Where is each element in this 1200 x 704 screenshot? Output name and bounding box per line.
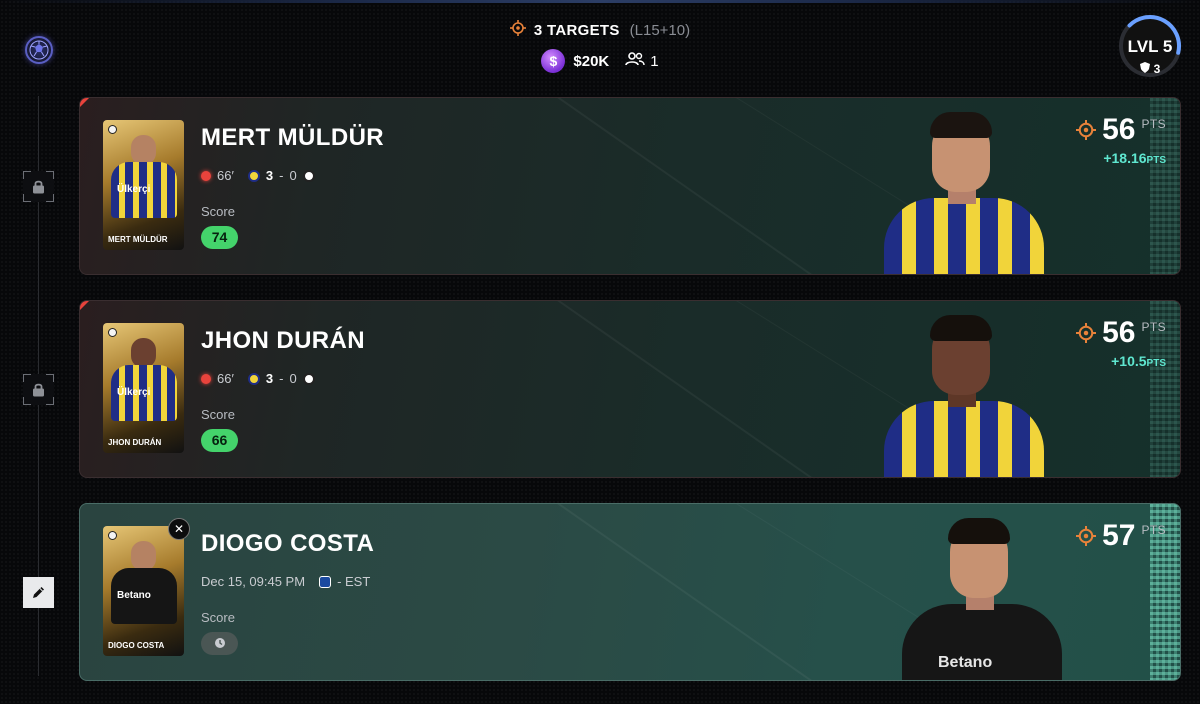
points-unit: PTS xyxy=(1141,523,1166,537)
match-datetime: Dec 15, 09:45 PM xyxy=(201,574,306,589)
player-photo: Betano xyxy=(888,514,1078,680)
remove-player-button[interactable]: ✕ xyxy=(168,518,190,540)
score-label: Score xyxy=(201,204,235,219)
mini-card-sponsor: Ülkerçi xyxy=(117,184,151,195)
match-status: 66′ 3 - 0 xyxy=(201,168,315,183)
level-label: LVL 5 xyxy=(1127,37,1173,56)
target-icon xyxy=(1076,323,1097,348)
slot-lock-2[interactable] xyxy=(23,374,54,405)
mini-card-name: MERT MÜLDÜR xyxy=(108,235,168,244)
target-icon xyxy=(509,20,526,40)
home-score: 3 xyxy=(265,371,274,386)
lock-icon xyxy=(31,179,46,199)
targets-sub: (L15+10) xyxy=(629,21,691,39)
mini-card-sponsor: Ülkerçi xyxy=(117,387,151,398)
targets-label: 3 TARGETS xyxy=(533,21,620,39)
points-delta: +18.16PTS xyxy=(1103,150,1166,166)
target-icon xyxy=(1076,120,1097,145)
match-status: 66′ 3 - 0 xyxy=(201,371,315,386)
points-block: 56 PTS +10.5PTS xyxy=(1076,317,1166,369)
away-team-crest-icon xyxy=(302,169,315,182)
points-value: 56 xyxy=(1102,113,1136,146)
player-mini-card[interactable]: Ülkerçi JHON DURÁN xyxy=(103,323,184,453)
red-flag-marker xyxy=(80,98,89,107)
participants-count[interactable]: 1 xyxy=(625,52,659,70)
home-score: 3 xyxy=(265,168,274,183)
points-value: 57 xyxy=(1102,519,1136,552)
player-name: JHON DURÁN xyxy=(201,327,366,354)
close-icon: ✕ xyxy=(173,522,185,536)
target-icon xyxy=(1076,526,1097,551)
budget-row: $ $20K 1 xyxy=(0,49,1200,73)
player-mini-card[interactable]: Ülkerçi MERT MÜLDÜR xyxy=(103,120,184,250)
away-team-crest-icon xyxy=(302,372,315,385)
lineup-header: 3 TARGETS (L15+10) $ $20K 1 xyxy=(0,0,1200,90)
player-mini-card[interactable]: Betano DIOGO COSTA xyxy=(103,526,184,656)
team-crest-icon xyxy=(319,575,332,588)
player-photo xyxy=(870,311,1060,477)
mini-card-name: JHON DURÁN xyxy=(108,438,162,447)
match-schedule: Dec 15, 09:45 PM - EST xyxy=(201,574,370,589)
card-badge-icon xyxy=(108,328,117,337)
score-label: Score xyxy=(201,407,235,422)
points-value: 56 xyxy=(1102,316,1136,349)
match-minute: 66′ xyxy=(217,168,234,183)
points-unit: PTS xyxy=(1141,117,1166,131)
coin-icon: $ xyxy=(541,49,566,73)
slot-lock-1[interactable] xyxy=(23,171,54,202)
match-minute: 66′ xyxy=(217,371,234,386)
score-badge: 74 xyxy=(201,226,238,249)
score-badge: 66 xyxy=(201,429,238,452)
points-unit: PTS xyxy=(1141,320,1166,334)
card-badge-icon xyxy=(108,125,117,134)
player-card-1[interactable]: Ülkerçi MERT MÜLDÜR MERT MÜLDÜR 66′ 3 - … xyxy=(79,97,1181,275)
clock-icon xyxy=(214,636,226,652)
player-card-3[interactable]: Betano DIOGO COSTA DIOGO COSTA Dec 15, 0… xyxy=(79,503,1181,681)
level-badge[interactable]: LVL 5 3 xyxy=(1118,14,1182,78)
slot-edit-3[interactable] xyxy=(23,577,54,608)
player-name: MERT MÜLDÜR xyxy=(201,124,385,151)
targets-row: 3 TARGETS (L15+10) xyxy=(0,20,1200,40)
shield-icon xyxy=(1139,62,1150,76)
mini-card-name: DIOGO COSTA xyxy=(108,641,165,650)
lock-icon xyxy=(31,382,46,402)
red-flag-marker xyxy=(80,301,89,310)
mini-card-head xyxy=(131,135,156,165)
users-icon xyxy=(625,52,645,70)
shield-row: 3 xyxy=(1118,62,1182,76)
points-block: 56 PTS +18.16PTS xyxy=(1076,114,1166,166)
points-delta: +10.5PTS xyxy=(1111,353,1166,369)
mini-card-head xyxy=(131,541,156,571)
score-label: Score xyxy=(201,610,235,625)
card-badge-icon xyxy=(108,531,117,540)
points-block: 57 PTS xyxy=(1076,520,1166,552)
opponent-label: - EST xyxy=(337,574,371,589)
home-team-crest-icon xyxy=(247,372,260,385)
away-score: 0 xyxy=(289,371,297,386)
live-indicator-icon xyxy=(201,373,211,384)
budget-amount: $20K xyxy=(573,52,610,70)
score-pending-badge xyxy=(201,632,238,655)
users-count-value: 1 xyxy=(650,52,659,70)
player-name: DIOGO COSTA xyxy=(201,530,375,557)
player-card-2[interactable]: Ülkerçi JHON DURÁN JHON DURÁN 66′ 3 - 0 … xyxy=(79,300,1181,478)
pencil-icon xyxy=(31,585,46,605)
live-indicator-icon xyxy=(201,170,211,181)
away-score: 0 xyxy=(289,168,297,183)
player-photo xyxy=(870,108,1060,274)
mini-card-sponsor: Betano xyxy=(117,590,151,601)
home-team-crest-icon xyxy=(247,169,260,182)
mini-card-head xyxy=(131,338,156,368)
shield-count: 3 xyxy=(1153,62,1161,76)
